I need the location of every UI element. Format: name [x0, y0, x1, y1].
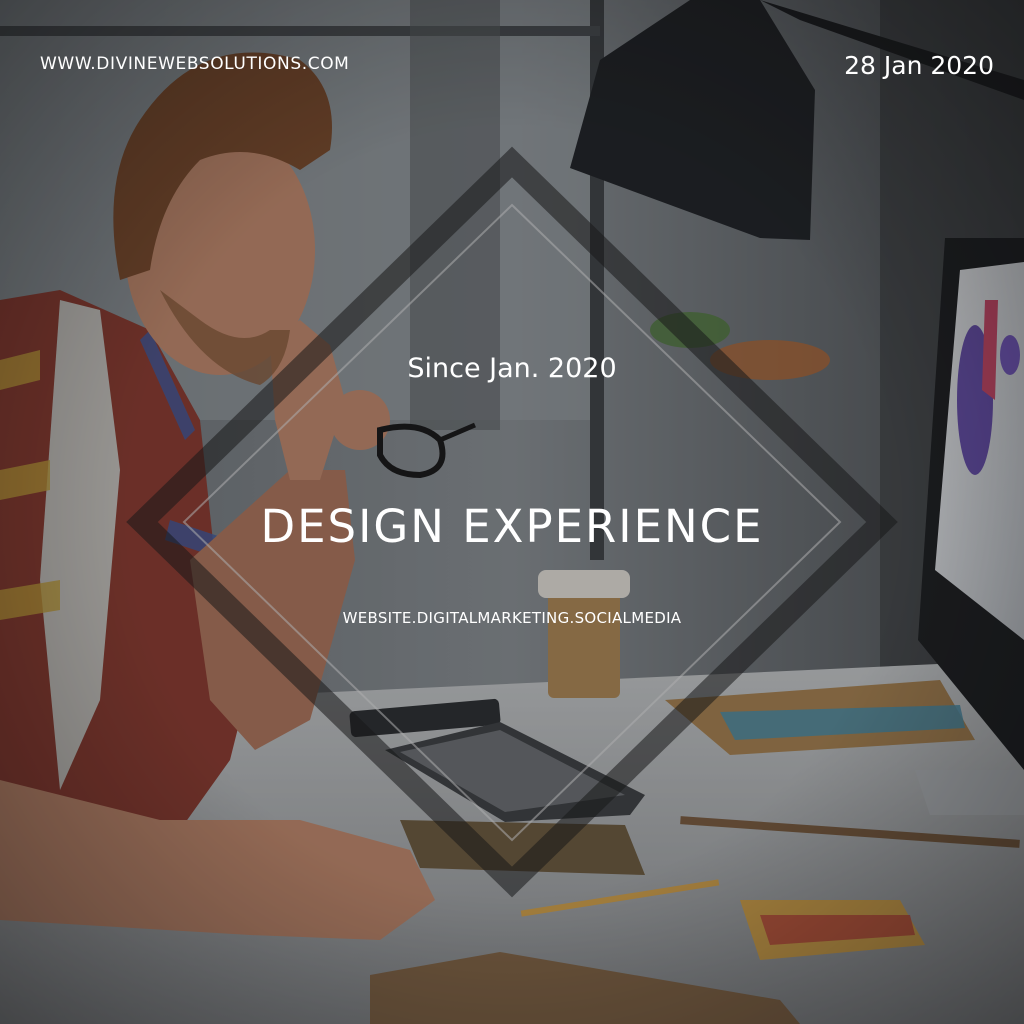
post-date: 28 Jan 2020 [844, 51, 994, 80]
headline: DESIGN EXPERIENCE [260, 500, 764, 553]
promo-banner: WWW.DIVINEWEBSOLUTIONS.COM 28 Jan 2020 S… [0, 0, 1024, 1024]
services-list: WEBSITE.DIGITALMARKETING.SOCIALMEDIA [342, 609, 682, 627]
since-tagline: Since Jan. 2020 [407, 353, 617, 384]
website-url[interactable]: WWW.DIVINEWEBSOLUTIONS.COM [40, 54, 349, 74]
